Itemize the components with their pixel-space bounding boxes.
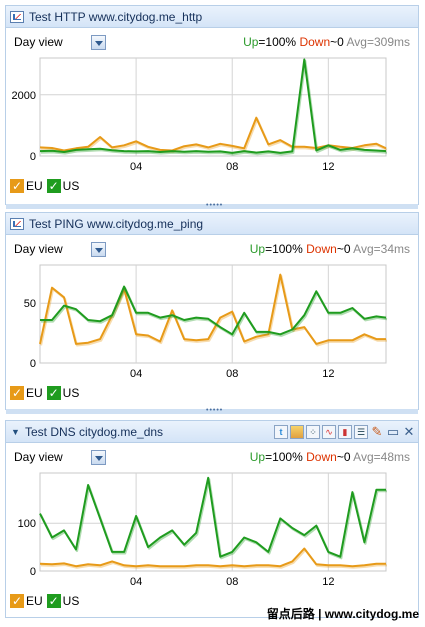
y-tick-label: 100 bbox=[18, 518, 36, 530]
ping-test-panel: Test PING www.citydog.me_ping Day view U… bbox=[5, 212, 419, 414]
eu-checkbox[interactable]: ✓ bbox=[10, 179, 24, 193]
x-tick-label: 04 bbox=[130, 576, 142, 588]
x-tick-label: 08 bbox=[226, 368, 238, 380]
legend-us-label: US bbox=[62, 179, 80, 193]
maximize-icon[interactable]: ▭ bbox=[386, 425, 400, 439]
panel-titlebar[interactable]: Test HTTP www.citydog.me_http bbox=[6, 6, 418, 28]
legend-us-label: US bbox=[62, 594, 80, 608]
view-select-label: Day view bbox=[14, 35, 63, 49]
resize-grip[interactable]: ••••• bbox=[6, 407, 418, 414]
view-dropdown-button[interactable] bbox=[91, 450, 106, 465]
chart-legend: ✓ EU ✓ US bbox=[10, 179, 79, 193]
panel-toolbar: t ⁘ ∿ ▮ ☰ ✎ ▭ ✕ bbox=[274, 425, 416, 439]
y-tick-label: 0 bbox=[30, 151, 36, 163]
panel-title: Test HTTP www.citydog.me_http bbox=[29, 9, 203, 24]
panel-titlebar[interactable]: ▼ Test DNS citydog.me_dns t ⁘ ∿ ▮ ☰ ✎ ▭ … bbox=[6, 421, 418, 443]
avg-value: =309ms bbox=[366, 35, 410, 49]
y-tick-label: 2000 bbox=[12, 90, 36, 102]
view-dropdown-button[interactable] bbox=[91, 242, 106, 257]
down-label: Down bbox=[306, 450, 337, 464]
y-tick-label: 0 bbox=[30, 566, 36, 578]
scatter-icon[interactable]: ⁘ bbox=[306, 425, 320, 439]
avg-value: =48ms bbox=[373, 450, 410, 464]
image-icon[interactable] bbox=[290, 425, 304, 439]
up-value: =100% bbox=[265, 450, 303, 464]
x-tick-label: 04 bbox=[130, 161, 142, 173]
chart-icon bbox=[10, 10, 24, 23]
view-row: Day view Up=100% Down~0 Avg=34ms bbox=[13, 242, 410, 258]
panel-title: Test DNS citydog.me_dns bbox=[25, 424, 164, 439]
us-checkbox[interactable]: ✓ bbox=[46, 179, 61, 193]
x-tick-label: 08 bbox=[226, 576, 238, 588]
ping-response-chart: 04 08 12 0 50 bbox=[24, 264, 388, 380]
panel-title: Test PING www.citydog.me_ping bbox=[29, 216, 204, 231]
close-icon[interactable]: ✕ bbox=[402, 425, 416, 439]
resize-grip[interactable]: ••••• bbox=[6, 202, 418, 209]
eu-checkbox[interactable]: ✓ bbox=[10, 594, 24, 608]
view-select-label: Day view bbox=[14, 242, 63, 256]
y-tick-label: 50 bbox=[24, 298, 36, 310]
view-row: Day view Up=100% Down~0 Avg=309ms bbox=[13, 35, 410, 51]
x-tick-label: 08 bbox=[226, 161, 238, 173]
up-label: Up bbox=[249, 242, 266, 256]
view-select-label: Day view bbox=[14, 450, 63, 464]
up-label: Up bbox=[249, 450, 266, 464]
down-value: ~0 bbox=[330, 35, 344, 49]
x-tick-label: 12 bbox=[322, 368, 334, 380]
down-value: ~0 bbox=[336, 450, 351, 464]
dns-test-panel: ▼ Test DNS citydog.me_dns t ⁘ ∿ ▮ ☰ ✎ ▭ … bbox=[5, 420, 419, 618]
twitter-icon[interactable]: t bbox=[274, 425, 288, 439]
site-footer[interactable]: 留点后路 | www.citydog.me bbox=[267, 605, 419, 622]
table-icon[interactable]: ☰ bbox=[354, 425, 368, 439]
stats-summary: Up=100% Down~0 Avg=48ms bbox=[250, 450, 410, 464]
down-label: Down bbox=[306, 242, 337, 256]
up-value: =100% bbox=[265, 242, 303, 256]
collapse-arrow-icon[interactable]: ▼ bbox=[11, 421, 21, 443]
x-tick-label: 04 bbox=[130, 368, 142, 380]
http-response-chart: 04 08 12 0 2000 bbox=[12, 57, 388, 173]
chart-icon bbox=[10, 217, 24, 230]
edit-icon[interactable]: ✎ bbox=[370, 425, 384, 439]
legend-eu-label: EU bbox=[26, 179, 43, 193]
panel-titlebar[interactable]: Test PING www.citydog.me_ping bbox=[6, 213, 418, 235]
y-tick-label: 0 bbox=[30, 358, 36, 370]
stats-summary: Up=100% Down~0 Avg=309ms bbox=[243, 35, 410, 49]
us-checkbox[interactable]: ✓ bbox=[46, 594, 61, 608]
avg-value: =34ms bbox=[373, 242, 410, 256]
legend-eu-label: EU bbox=[26, 594, 43, 608]
legend-us-label: US bbox=[62, 386, 80, 400]
down-value: ~0 bbox=[336, 242, 351, 256]
legend-eu-label: EU bbox=[26, 386, 43, 400]
chart-legend: ✓ EU ✓ US bbox=[10, 594, 79, 608]
line-chart-icon[interactable]: ∿ bbox=[322, 425, 336, 439]
stats-summary: Up=100% Down~0 Avg=34ms bbox=[250, 242, 410, 256]
chart-legend: ✓ EU ✓ US bbox=[10, 386, 79, 400]
eu-checkbox[interactable]: ✓ bbox=[10, 386, 24, 400]
dns-response-chart: 04 08 12 0 100 bbox=[18, 472, 387, 588]
bar-chart-icon[interactable]: ▮ bbox=[338, 425, 352, 439]
view-row: Day view Up=100% Down~0 Avg=48ms bbox=[13, 450, 410, 466]
view-dropdown-button[interactable] bbox=[91, 35, 106, 50]
plot-area bbox=[39, 57, 387, 157]
up-value: =100% bbox=[258, 35, 297, 49]
http-test-panel: Test HTTP www.citydog.me_http Day view U… bbox=[5, 5, 419, 209]
avg-label: Avg bbox=[353, 450, 374, 464]
down-label: Down bbox=[299, 35, 331, 49]
avg-label: Avg bbox=[353, 242, 374, 256]
up-label: Up bbox=[243, 35, 259, 49]
x-tick-label: 12 bbox=[322, 161, 334, 173]
avg-label: Avg bbox=[346, 35, 367, 49]
x-tick-label: 12 bbox=[322, 576, 334, 588]
us-checkbox[interactable]: ✓ bbox=[46, 386, 61, 400]
